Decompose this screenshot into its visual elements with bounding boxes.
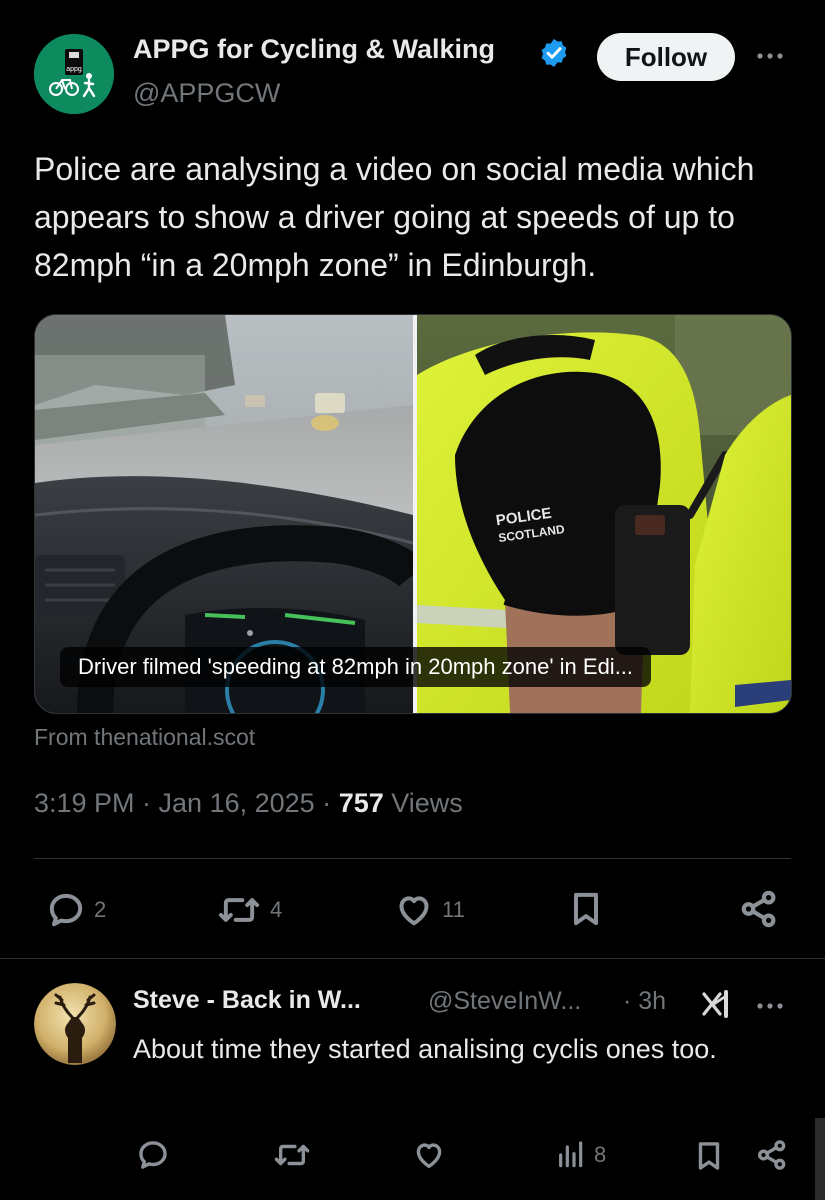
reply-avatar[interactable] — [34, 983, 116, 1065]
link-source[interactable]: From thenational.scot — [34, 724, 255, 751]
reply-count: 2 — [94, 897, 107, 922]
like-count: 11 — [442, 897, 465, 922]
bookmark-icon — [698, 1142, 720, 1170]
more-icon[interactable] — [752, 44, 788, 68]
avatar-text: appg — [66, 66, 82, 73]
grok-icon[interactable] — [700, 988, 736, 1020]
reply-like-button[interactable] — [412, 1138, 446, 1172]
reply-text: About time they started analising cyclis… — [133, 1034, 717, 1064]
author-handle[interactable]: @APPGCW — [133, 78, 280, 109]
reply-author-handle[interactable]: @SteveInW... — [428, 987, 581, 1016]
share-icon — [757, 1140, 786, 1170]
divider — [34, 858, 791, 859]
share-button[interactable] — [738, 888, 780, 930]
share-icon — [741, 890, 776, 928]
appg-logo-icon: appg — [34, 34, 114, 114]
author-avatar[interactable]: appg — [34, 34, 114, 114]
reply-time[interactable]: · 3h — [623, 987, 666, 1016]
scrollbar[interactable] — [815, 1118, 825, 1200]
reply-reply-button[interactable] — [136, 1138, 170, 1172]
post-meta: 3:19 PM · Jan 16, 2025 · 757 Views — [34, 788, 463, 819]
reply-views-button[interactable]: 8 — [554, 1138, 606, 1172]
like-icon — [416, 1143, 442, 1169]
views-label: Views — [383, 788, 463, 818]
views-count: 757 — [338, 788, 384, 818]
post-timestamp[interactable]: 3:19 PM · Jan 16, 2025 · — [34, 788, 339, 818]
reply-icon — [49, 893, 83, 927]
post-text: Police are analysing a video on social m… — [34, 151, 755, 283]
reply-icon — [139, 1141, 167, 1169]
reply-views-count: 8 — [594, 1142, 607, 1167]
bookmark-icon — [574, 892, 598, 926]
stag-avatar-icon — [34, 983, 116, 1065]
reply-bookmark-button[interactable] — [692, 1138, 726, 1174]
section-divider — [0, 958, 825, 959]
reply-author-name[interactable]: Steve - Back in W... — [133, 986, 361, 1015]
follow-button[interactable]: Follow — [597, 33, 735, 81]
media-caption[interactable]: Driver filmed 'speeding at 82mph in 20mp… — [60, 647, 652, 687]
like-icon — [399, 896, 429, 926]
repost-icon — [274, 1144, 310, 1166]
bookmark-button[interactable] — [566, 888, 606, 930]
verified-badge-icon — [541, 39, 567, 67]
repost-button[interactable]: 4 — [216, 890, 282, 930]
repost-icon — [218, 898, 260, 922]
reply-share-button[interactable] — [755, 1138, 789, 1172]
reply-repost-button[interactable] — [272, 1138, 312, 1172]
reply-button[interactable]: 2 — [46, 890, 106, 930]
views-icon — [559, 1141, 583, 1168]
like-button[interactable]: 11 — [394, 890, 465, 930]
author-name[interactable]: APPG for Cycling & Walking — [133, 34, 495, 65]
repost-count: 4 — [270, 897, 283, 922]
reply-more-icon[interactable] — [752, 996, 788, 1016]
